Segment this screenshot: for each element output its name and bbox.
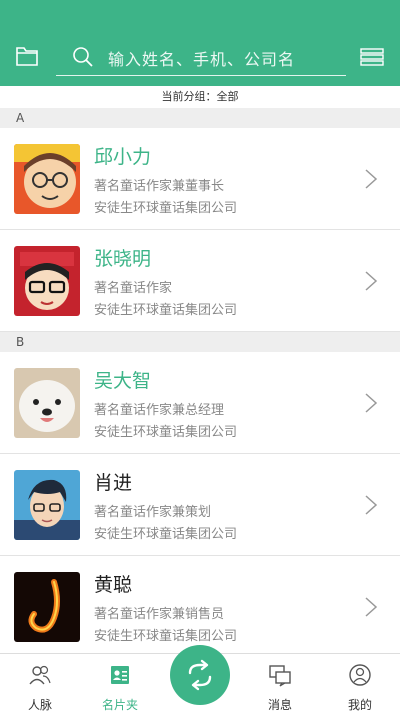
exchange-card-button[interactable] xyxy=(170,645,230,705)
search-input[interactable]: 输入姓名、手机、公司名 xyxy=(108,46,295,70)
tab-messages[interactable]: 消息 xyxy=(240,654,320,717)
chevron-right-icon xyxy=(365,495,378,515)
avatar xyxy=(14,368,80,438)
contact-name: 张晓明 xyxy=(94,248,152,270)
contact-row[interactable]: 张晓明 著名童话作家 安徒生环球童话集团公司 xyxy=(0,230,400,332)
avatar xyxy=(14,144,80,214)
contact-row[interactable]: 邱小力 著名童话作家兼董事长 安徒生环球童话集团公司 xyxy=(0,128,400,230)
contact-title: 著名童话作家 xyxy=(94,281,173,296)
contact-name: 黄聪 xyxy=(94,574,133,596)
top-bar: 输入姓名、手机、公司名 xyxy=(0,0,400,86)
contact-title: 著名童话作家兼董事长 xyxy=(94,179,225,194)
contact-name: 吴大智 xyxy=(94,370,152,392)
card-holder-icon xyxy=(111,666,129,684)
section-header-b: B xyxy=(0,332,400,352)
contact-title: 著名童话作家兼策划 xyxy=(94,505,212,520)
contact-row[interactable]: 吴大智 著名童话作家兼总经理 安徒生环球童话集团公司 xyxy=(0,352,400,454)
search-bar[interactable]: 输入姓名、手机、公司名 xyxy=(56,38,346,76)
current-group-label[interactable]: 当前分组：全部 xyxy=(0,86,400,108)
contact-name: 肖进 xyxy=(94,472,133,494)
contact-company: 安徒生环球童话集团公司 xyxy=(94,201,238,216)
tab-label: 名片夹 xyxy=(101,698,138,712)
chevron-right-icon xyxy=(365,271,378,291)
chevron-right-icon xyxy=(365,169,378,189)
avatar xyxy=(14,470,80,540)
contact-row[interactable]: 黄聪 著名童话作家兼销售员 安徒生环球童话集团公司 xyxy=(0,556,400,658)
contact-name: 邱小力 xyxy=(94,146,152,168)
contact-row[interactable]: 肖进 著名童话作家兼策划 安徒生环球童话集团公司 xyxy=(0,454,400,556)
search-icon xyxy=(73,47,93,67)
avatar xyxy=(14,246,80,316)
contact-company: 安徒生环球童话集团公司 xyxy=(94,303,238,318)
tab-card-holder[interactable]: 名片夹 xyxy=(80,654,160,717)
user-icon xyxy=(349,664,371,686)
tab-label: 人脉 xyxy=(27,698,52,712)
chevron-right-icon xyxy=(365,597,378,617)
avatar xyxy=(14,572,80,642)
contact-company: 安徒生环球童话集团公司 xyxy=(94,629,238,644)
exchange-icon xyxy=(188,659,212,691)
people-icon xyxy=(29,665,51,685)
menu-icon[interactable] xyxy=(360,48,384,66)
contact-company: 安徒生环球童话集团公司 xyxy=(94,425,238,440)
folder-icon[interactable] xyxy=(16,46,38,66)
contact-title: 著名童话作家兼总经理 xyxy=(94,403,225,418)
tab-contacts[interactable]: 人脉 xyxy=(0,654,80,717)
section-header-a: A xyxy=(0,108,400,128)
tab-label: 我的 xyxy=(347,698,372,712)
tab-me[interactable]: 我的 xyxy=(320,654,400,717)
contact-title: 著名童话作家兼销售员 xyxy=(94,607,225,622)
contact-company: 安徒生环球童话集团公司 xyxy=(94,527,238,542)
tab-label: 消息 xyxy=(267,698,292,712)
chevron-right-icon xyxy=(365,393,378,413)
chat-icon xyxy=(269,665,291,687)
